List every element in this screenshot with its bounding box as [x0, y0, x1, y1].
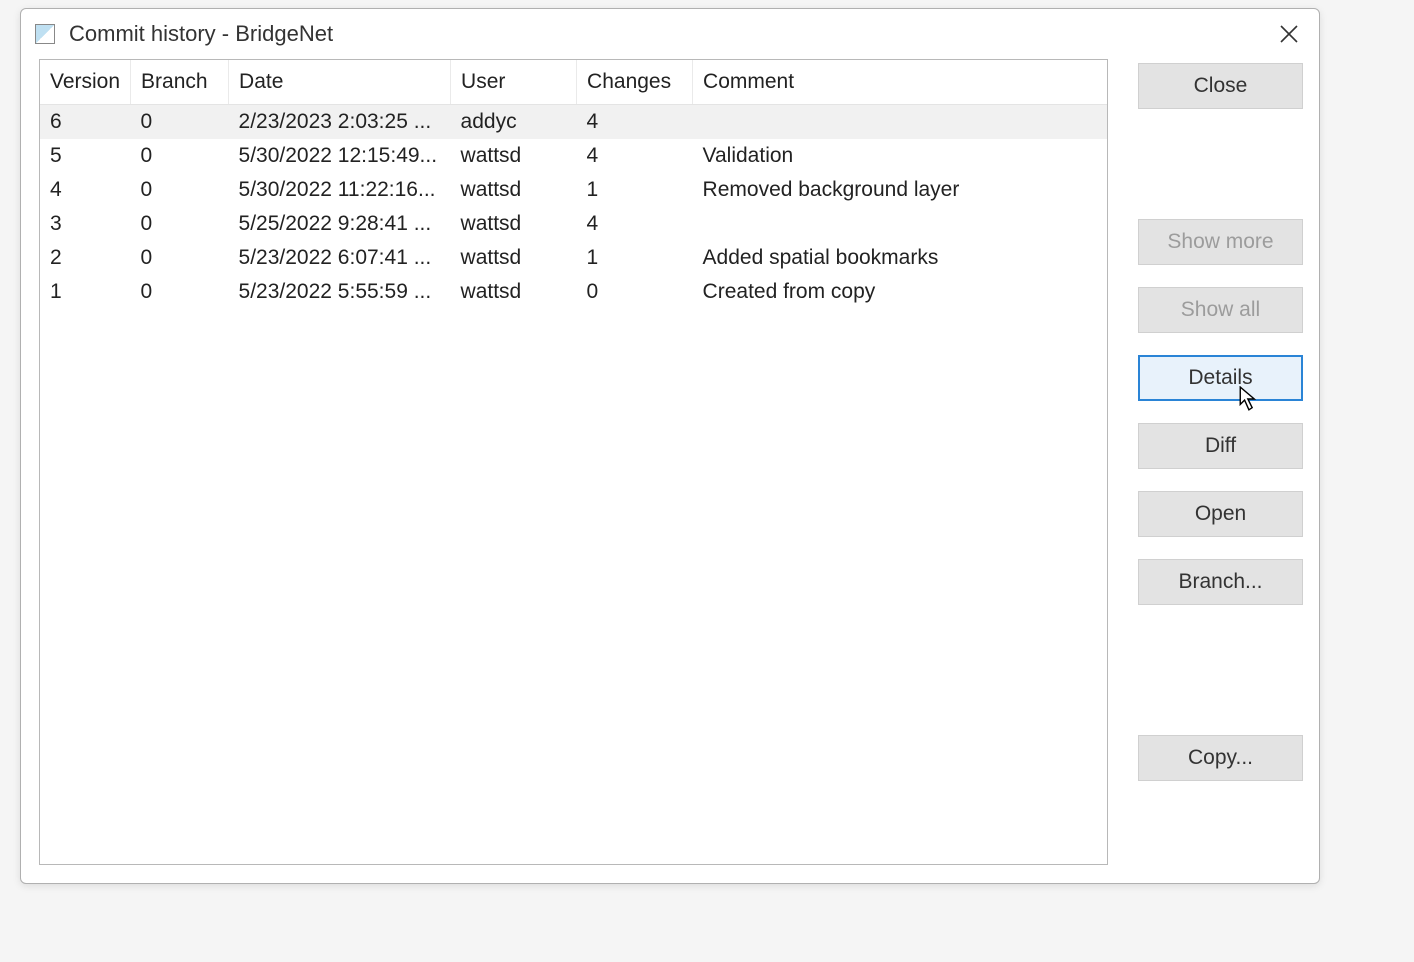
- table-row[interactable]: 405/30/2022 11:22:16...wattsd1Removed ba…: [40, 173, 1107, 207]
- cell-comment: Removed background layer: [693, 173, 1107, 207]
- open-button[interactable]: Open: [1138, 491, 1303, 537]
- cell-version: 3: [40, 207, 131, 241]
- show-all-button[interactable]: Show all: [1138, 287, 1303, 333]
- button-sidebar: Close Show more Show all Details Diff Op…: [1138, 59, 1303, 865]
- cell-version: 6: [40, 105, 131, 140]
- commit-table-container: Version Branch Date User Changes Comment…: [39, 59, 1108, 865]
- window-title: Commit history - BridgeNet: [69, 21, 1269, 47]
- col-header-comment[interactable]: Comment: [693, 60, 1107, 105]
- diff-button[interactable]: Diff: [1138, 423, 1303, 469]
- cell-changes: 4: [577, 207, 693, 241]
- col-header-version[interactable]: Version: [40, 60, 131, 105]
- cell-comment: Validation: [693, 139, 1107, 173]
- cell-branch: 0: [131, 173, 229, 207]
- cell-branch: 0: [131, 105, 229, 140]
- cell-comment: Added spatial bookmarks: [693, 241, 1107, 275]
- col-header-branch[interactable]: Branch: [131, 60, 229, 105]
- cell-date: 5/25/2022 9:28:41 ...: [229, 207, 451, 241]
- cell-date: 5/30/2022 12:15:49...: [229, 139, 451, 173]
- cell-user: addyc: [451, 105, 577, 140]
- cell-date: 5/30/2022 11:22:16...: [229, 173, 451, 207]
- close-icon: [1280, 25, 1298, 43]
- table-row[interactable]: 505/30/2022 12:15:49...wattsd4Validation: [40, 139, 1107, 173]
- table-row[interactable]: 105/23/2022 5:55:59 ...wattsd0Created fr…: [40, 275, 1107, 309]
- cell-version: 4: [40, 173, 131, 207]
- cell-branch: 0: [131, 139, 229, 173]
- cell-changes: 1: [577, 241, 693, 275]
- cell-changes: 1: [577, 173, 693, 207]
- branch-button[interactable]: Branch...: [1138, 559, 1303, 605]
- cell-user: wattsd: [451, 275, 577, 309]
- table-row[interactable]: 205/23/2022 6:07:41 ...wattsd1Added spat…: [40, 241, 1107, 275]
- close-button[interactable]: Close: [1138, 63, 1303, 109]
- cell-version: 1: [40, 275, 131, 309]
- cell-branch: 0: [131, 241, 229, 275]
- col-header-changes[interactable]: Changes: [577, 60, 693, 105]
- cell-comment: [693, 105, 1107, 140]
- cell-branch: 0: [131, 207, 229, 241]
- show-more-button[interactable]: Show more: [1138, 219, 1303, 265]
- app-icon: [35, 24, 55, 44]
- cell-user: wattsd: [451, 139, 577, 173]
- cell-user: wattsd: [451, 207, 577, 241]
- cell-branch: 0: [131, 275, 229, 309]
- table-row[interactable]: 602/23/2023 2:03:25 ...addyc4: [40, 105, 1107, 140]
- cell-date: 5/23/2022 6:07:41 ...: [229, 241, 451, 275]
- cell-user: wattsd: [451, 173, 577, 207]
- dialog-body: Version Branch Date User Changes Comment…: [21, 59, 1319, 883]
- col-header-date[interactable]: Date: [229, 60, 451, 105]
- cell-date: 2/23/2023 2:03:25 ...: [229, 105, 451, 140]
- cell-user: wattsd: [451, 241, 577, 275]
- table-row[interactable]: 305/25/2022 9:28:41 ...wattsd4: [40, 207, 1107, 241]
- dialog-window: Commit history - BridgeNet Version Branc…: [20, 8, 1320, 884]
- cell-version: 2: [40, 241, 131, 275]
- cell-date: 5/23/2022 5:55:59 ...: [229, 275, 451, 309]
- window-close-button[interactable]: [1269, 14, 1309, 54]
- cell-changes: 4: [577, 139, 693, 173]
- copy-button[interactable]: Copy...: [1138, 735, 1303, 781]
- col-header-user[interactable]: User: [451, 60, 577, 105]
- table-header-row: Version Branch Date User Changes Comment: [40, 60, 1107, 105]
- titlebar: Commit history - BridgeNet: [21, 9, 1319, 59]
- cell-changes: 4: [577, 105, 693, 140]
- cell-changes: 0: [577, 275, 693, 309]
- cell-version: 5: [40, 139, 131, 173]
- details-button[interactable]: Details: [1138, 355, 1303, 401]
- cell-comment: [693, 207, 1107, 241]
- commit-table[interactable]: Version Branch Date User Changes Comment…: [40, 60, 1107, 309]
- cell-comment: Created from copy: [693, 275, 1107, 309]
